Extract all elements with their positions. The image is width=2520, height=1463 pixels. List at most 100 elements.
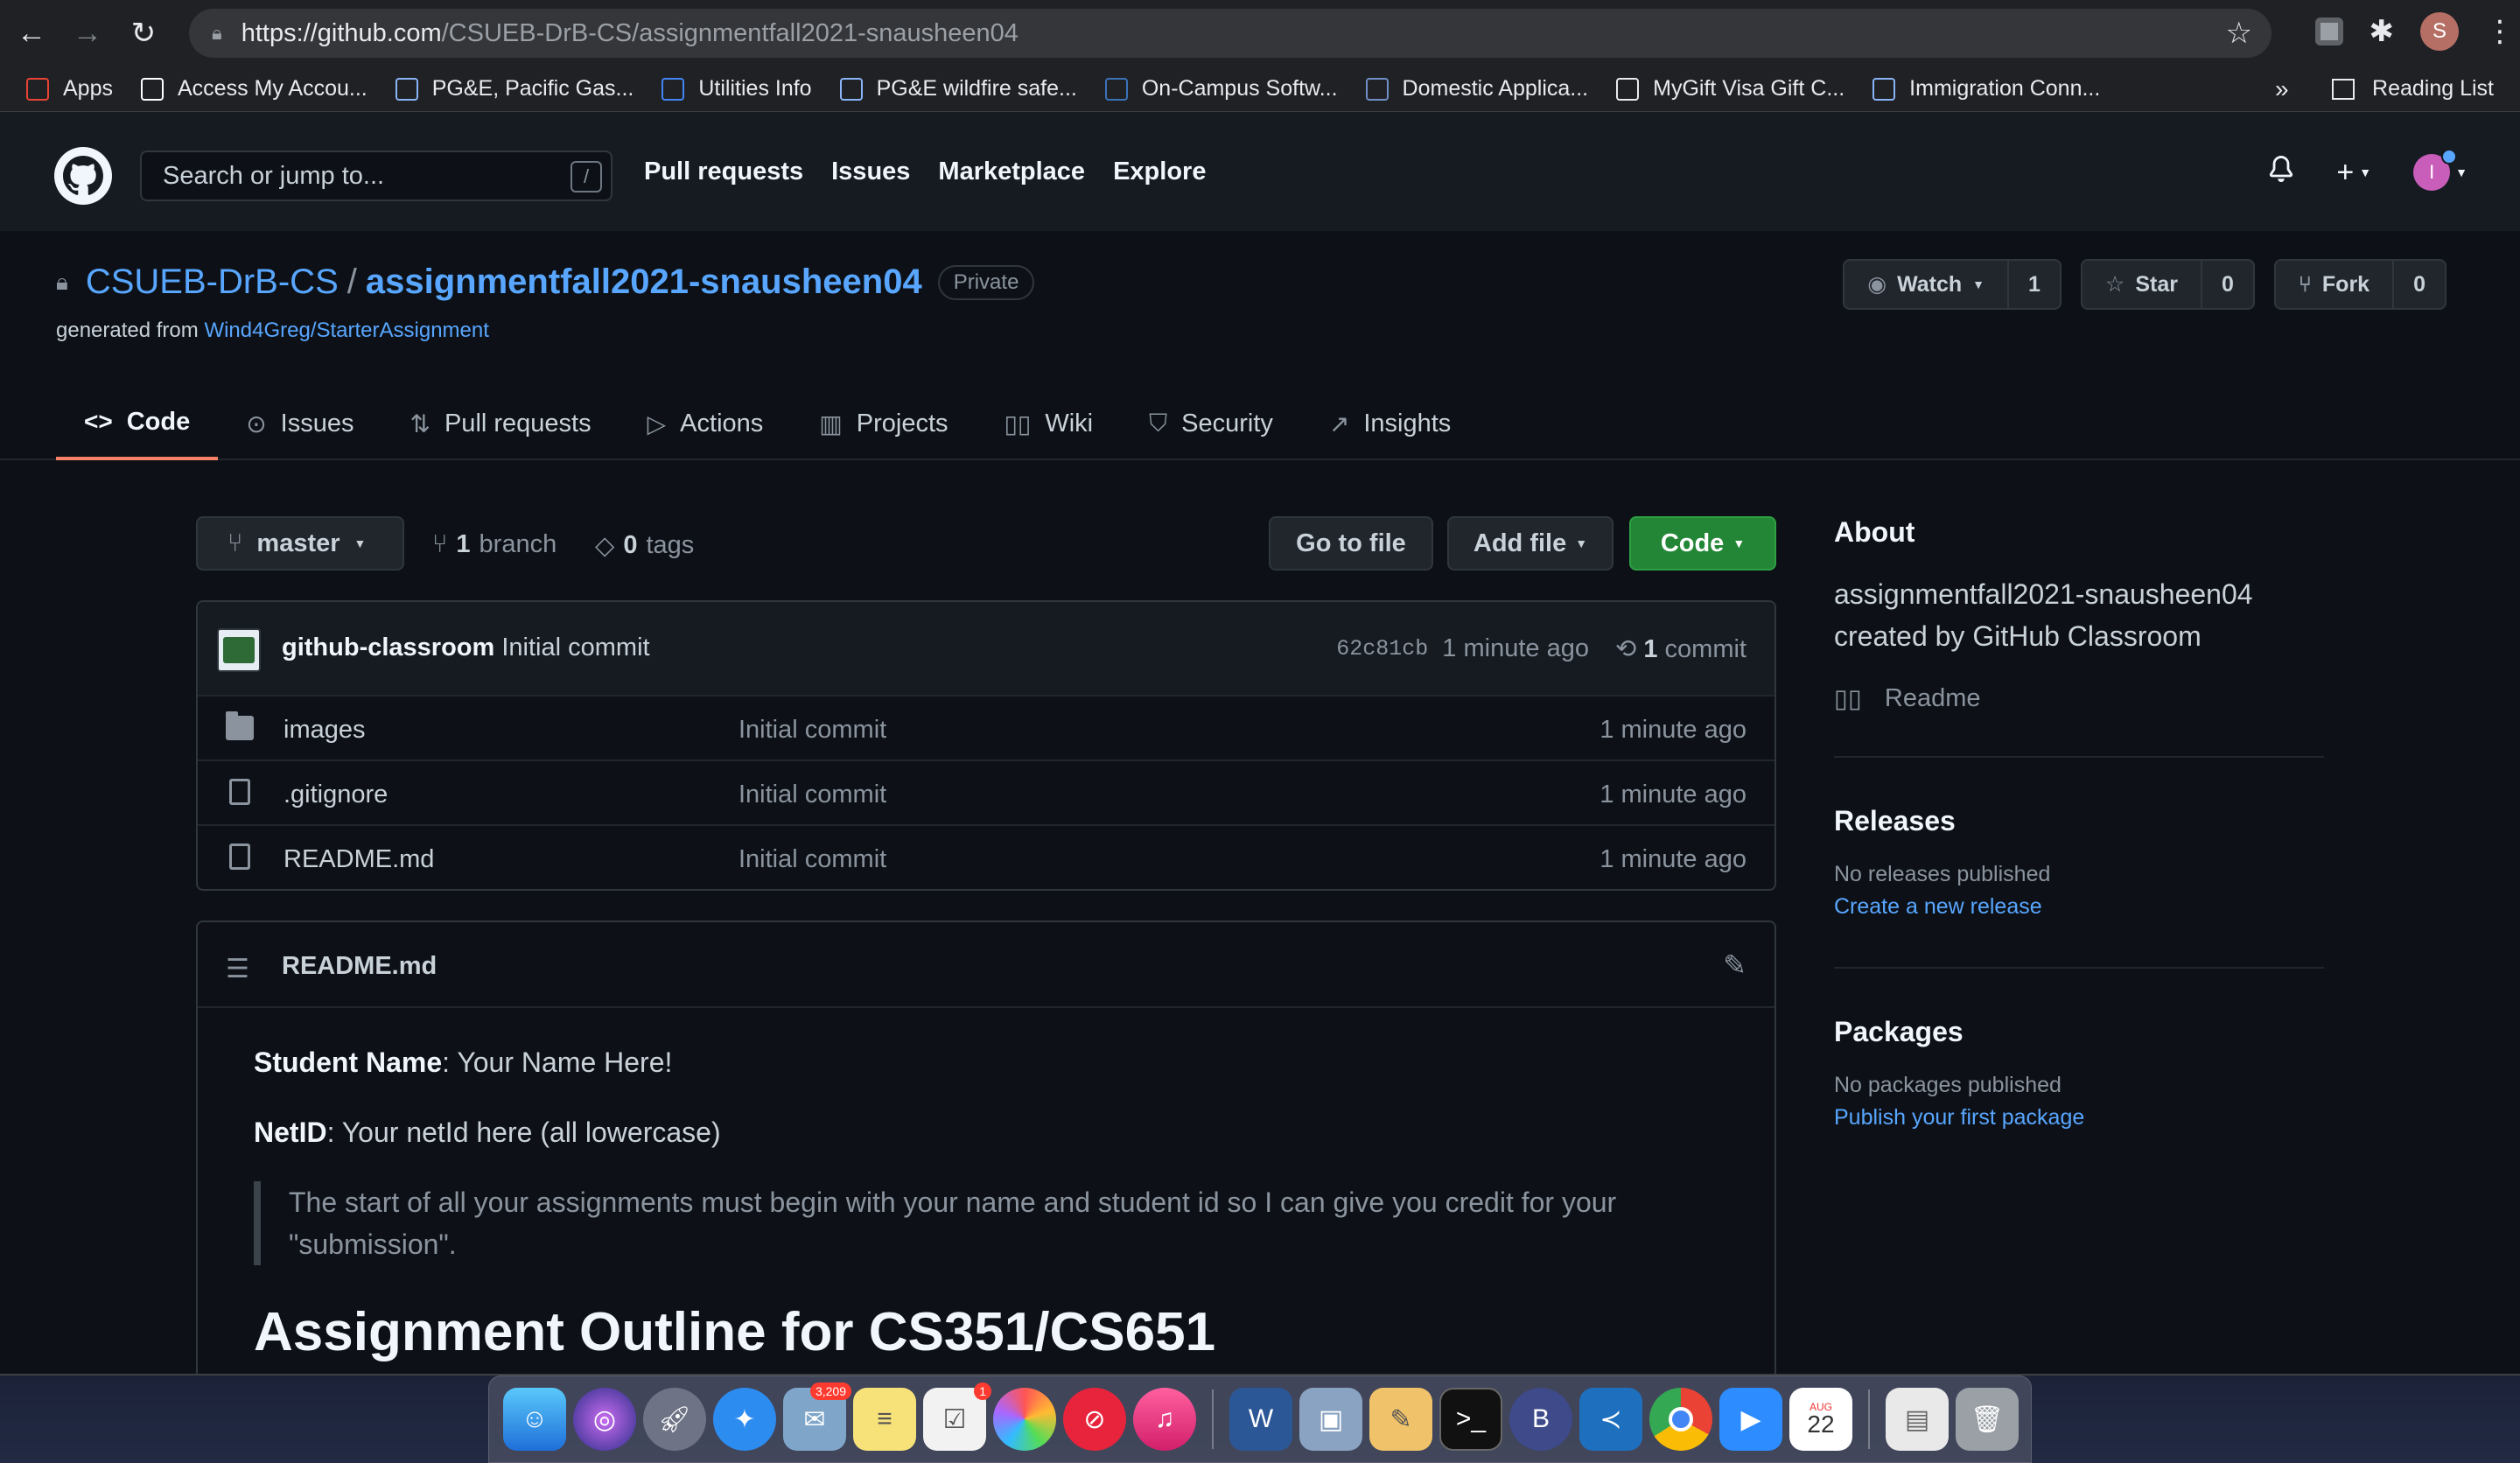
readme-sidebar-link[interactable]: ▯▯ Readme	[1834, 683, 2324, 714]
commits-link[interactable]: ⟲ 1 commit	[1615, 634, 1746, 664]
terminal-icon[interactable]: >_	[1439, 1388, 1502, 1451]
tags-link[interactable]: ◇ 0 tags	[595, 530, 694, 561]
tab-pull-requests[interactable]: ⇅ Pull requests	[382, 387, 620, 460]
bookmark-star-icon[interactable]: ☆	[2226, 16, 2252, 51]
search-placeholder: Search or jump to...	[163, 161, 385, 190]
tab-insights[interactable]: ↗ Insights	[1301, 387, 1479, 460]
commit-message-link[interactable]: Initial commit	[501, 634, 649, 662]
tab-code[interactable]: <> Code	[56, 387, 219, 460]
file-row[interactable]: .gitignore Initial commit 1 minute ago	[198, 761, 1774, 826]
commit-sha-link[interactable]: 62c81cb	[1336, 636, 1428, 662]
github-header: Search or jump to... / Pull requests Iss…	[0, 112, 2520, 231]
bookmark-item[interactable]: MyGift Visa Gift C...	[1616, 76, 1844, 102]
file-commit-message[interactable]: Initial commit	[738, 716, 886, 745]
back-icon[interactable]: ←	[7, 9, 56, 58]
bookmark-item[interactable]: Immigration Conn...	[1872, 76, 2100, 102]
notifications-bell-icon[interactable]	[2268, 155, 2294, 191]
file-name-link[interactable]: README.md	[284, 845, 434, 874]
add-file-button[interactable]: Add file ▼	[1447, 516, 1614, 570]
document-icon[interactable]: ▤	[1886, 1388, 1949, 1451]
launchpad-icon[interactable]: 🚀︎	[643, 1388, 706, 1451]
vscode-icon[interactable]: ≺	[1579, 1388, 1642, 1451]
bbedit-icon[interactable]: B	[1509, 1388, 1572, 1451]
bookmark-item[interactable]: Access My Accou...	[140, 76, 368, 102]
user-menu-dropdown[interactable]: I ▼	[2413, 149, 2468, 191]
file-row[interactable]: README.md Initial commit 1 minute ago	[198, 826, 1774, 889]
safari-icon[interactable]: ✦	[713, 1388, 776, 1451]
template-repo-link[interactable]: Wind4Greg/StarterAssignment	[204, 318, 488, 342]
bookmarks-overflow-button[interactable]: »	[2275, 75, 2289, 103]
bookmark-item[interactable]: Apps	[26, 76, 113, 102]
search-input[interactable]: Search or jump to... /	[140, 150, 612, 201]
create-release-link[interactable]: Create a new release	[1834, 894, 2324, 920]
file-commit-message[interactable]: Initial commit	[738, 845, 886, 874]
code-button[interactable]: Code ▼	[1629, 516, 1776, 570]
chrome-icon[interactable]	[1649, 1388, 1712, 1451]
bookmark-item[interactable]: On-Campus Softw...	[1104, 76, 1338, 102]
nav-issues[interactable]: Issues	[831, 158, 910, 186]
extension-icon[interactable]	[2314, 18, 2343, 46]
star-button[interactable]: ☆ Star	[2082, 261, 2202, 308]
profile-avatar[interactable]: S	[2420, 12, 2459, 51]
fork-button[interactable]: ⑂ Fork	[2276, 261, 2395, 308]
commit-author-link[interactable]: github-classroom	[282, 634, 494, 662]
go-to-file-button[interactable]: Go to file	[1269, 516, 1433, 570]
packages-title[interactable]: Packages	[1834, 1016, 2324, 1048]
branch-name: master	[256, 528, 340, 557]
watch-button[interactable]: ◉ Watch ▼	[1844, 261, 2010, 308]
pages-icon[interactable]: ✎	[1369, 1388, 1432, 1451]
tab-issues[interactable]: ⊙ Issues	[218, 387, 382, 460]
fork-count[interactable]: 0	[2394, 261, 2445, 308]
siri-icon[interactable]: ◎	[573, 1388, 636, 1451]
nav-explore[interactable]: Explore	[1113, 158, 1206, 186]
photos-icon[interactable]	[993, 1388, 1056, 1451]
commit-author-avatar[interactable]	[217, 628, 261, 672]
bookmark-item[interactable]: PG&E wildfire safe...	[839, 76, 1077, 102]
tab-projects[interactable]: ▥ Projects	[791, 387, 976, 460]
create-new-dropdown[interactable]: + ▼	[2336, 156, 2371, 190]
zoom-icon[interactable]: ▶	[1719, 1388, 1782, 1451]
itunes-icon[interactable]: ♫	[1133, 1388, 1196, 1451]
repo-name-link[interactable]: assignmentfall2021-snausheen04	[366, 262, 922, 302]
calendar-icon[interactable]: AUG 22	[1789, 1388, 1852, 1451]
news-icon[interactable]: ⊘	[1063, 1388, 1126, 1451]
tab-actions[interactable]: ▷ Actions	[620, 387, 792, 460]
file-name-link[interactable]: .gitignore	[284, 780, 388, 809]
list-icon[interactable]: ☰	[226, 954, 249, 984]
star-count[interactable]: 0	[2202, 261, 2253, 308]
bookmark-item[interactable]: Utilities Info	[662, 76, 812, 102]
finder-icon[interactable]: ☺	[503, 1388, 566, 1451]
tab-security[interactable]: ⛉ Security	[1121, 387, 1301, 460]
mail-icon[interactable]: ✉ 3,209	[783, 1382, 851, 1451]
reading-list-button[interactable]: Reading List	[2332, 76, 2494, 102]
publish-package-link[interactable]: Publish your first package	[1834, 1105, 2324, 1130]
reload-icon[interactable]: ↻	[119, 9, 168, 58]
forward-icon[interactable]: →	[63, 9, 112, 58]
github-logo-icon[interactable]	[54, 147, 112, 205]
file-commit-message[interactable]: Initial commit	[738, 780, 886, 809]
releases-title[interactable]: Releases	[1834, 805, 2324, 837]
menu-kebab-icon[interactable]: ⋮	[2485, 14, 2515, 49]
branches-link[interactable]: ⑂ 1 branch	[432, 530, 556, 559]
notes-icon[interactable]: ≡	[853, 1388, 916, 1451]
nav-pull-requests[interactable]: Pull requests	[644, 158, 803, 186]
edit-pencil-icon[interactable]: ✎	[1723, 948, 1746, 982]
preview-icon[interactable]: ▣	[1299, 1388, 1362, 1451]
bookmark-item[interactable]: Domestic Applica...	[1365, 76, 1588, 102]
trash-icon[interactable]: 🗑︎	[1956, 1388, 2019, 1451]
repo-owner-link[interactable]: CSUEB-DrB-CS	[86, 262, 339, 302]
reminders-icon[interactable]: ☑ 1	[923, 1382, 991, 1451]
file-name-link[interactable]: images	[284, 716, 366, 745]
watch-count[interactable]: 1	[2009, 261, 2060, 308]
file-row[interactable]: images Initial commit 1 minute ago	[198, 696, 1774, 761]
bookmark-item[interactable]: PG&E, Pacific Gas...	[395, 76, 634, 102]
branch-select-button[interactable]: ⑂ master ▼	[196, 516, 404, 570]
issue-icon: ⊙	[246, 410, 267, 438]
tab-wiki[interactable]: ▯▯ Wiki	[976, 387, 1122, 460]
readme-link-label: Readme	[1884, 684, 1981, 712]
repo-tabs: <> Code ⊙ Issues ⇅ Pull requests ▷ Actions ▥…	[56, 387, 1479, 460]
extensions-puzzle-icon[interactable]: ✱	[2370, 14, 2395, 49]
nav-marketplace[interactable]: Marketplace	[938, 158, 1085, 186]
address-bar[interactable]: 🔒︎ https://github.com/CSUEB-DrB-CS/assig…	[189, 9, 2272, 58]
word-icon[interactable]: W	[1229, 1388, 1292, 1451]
